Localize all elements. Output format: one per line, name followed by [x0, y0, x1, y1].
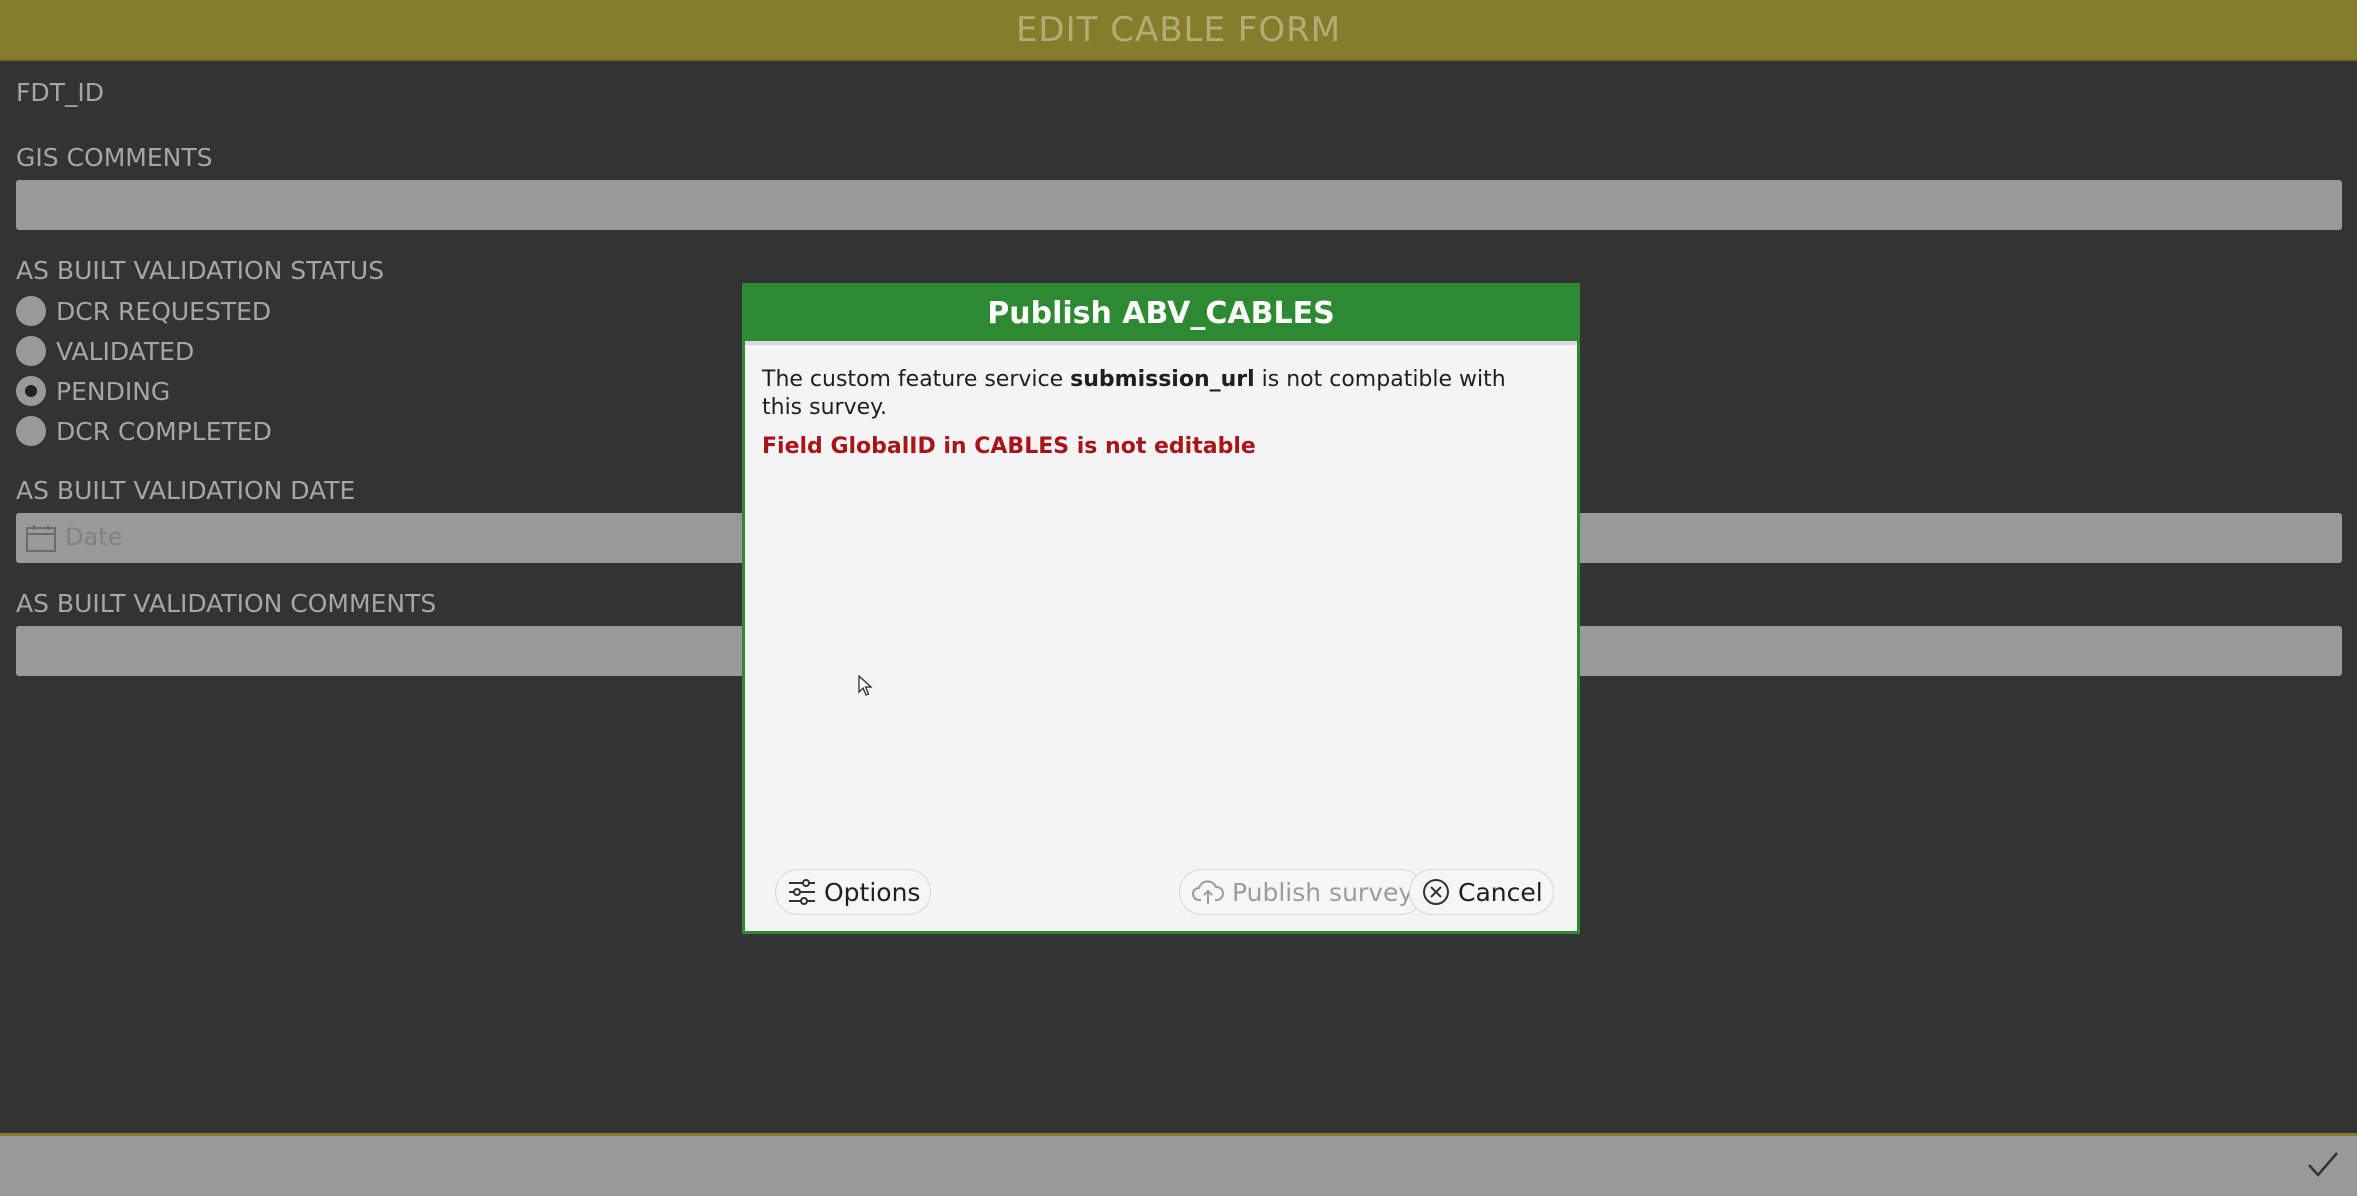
cancel-label: Cancel [1458, 877, 1543, 907]
options-button[interactable]: Options [775, 869, 932, 915]
status-option-dcr-requested[interactable]: DCR REQUESTED [16, 296, 271, 326]
status-option-pending[interactable]: PENDING [16, 376, 170, 406]
radio-button[interactable] [16, 336, 46, 366]
radio-label: VALIDATED [56, 336, 195, 366]
status-option-validated[interactable]: VALIDATED [16, 336, 194, 366]
radio-button-selected[interactable] [16, 376, 46, 406]
error-message: Field GlobalID in CABLES is not editable [762, 434, 1256, 459]
fdt-id-label: FDT_ID [16, 78, 105, 107]
options-sliders-icon [789, 879, 815, 905]
cancel-button[interactable]: Cancel [1409, 869, 1554, 915]
cancel-circle-icon [1423, 879, 1449, 905]
status-option-dcr-completed[interactable]: DCR COMPLETED [16, 416, 272, 446]
options-label: Options [824, 877, 921, 907]
publish-survey-label: Publish survey [1232, 877, 1414, 907]
app-header: EDIT CABLE FORM [0, 0, 2357, 61]
mouse-cursor-icon [858, 675, 873, 696]
radio-button[interactable] [16, 296, 46, 326]
checkmark-icon[interactable] [2307, 1150, 2339, 1178]
radio-label: DCR REQUESTED [56, 296, 272, 326]
service-name: submission_url [1070, 367, 1255, 392]
status-label: AS BUILT VALIDATION STATUS [16, 256, 385, 285]
date-label: AS BUILT VALIDATION DATE [16, 476, 356, 505]
dialog-message: The custom feature service submission_ur… [762, 366, 1542, 422]
publish-survey-button[interactable]: Publish survey [1179, 869, 1425, 915]
gis-comments-input[interactable] [16, 180, 2342, 230]
calendar-icon [26, 525, 56, 552]
comments-label: AS BUILT VALIDATION COMMENTS [16, 589, 437, 618]
date-placeholder: Date [65, 523, 123, 551]
bottom-toolbar [0, 1133, 2357, 1196]
publish-dialog: Publish ABV_CABLES The custom feature se… [742, 283, 1580, 934]
radio-label: PENDING [56, 376, 171, 406]
gis-comments-label: GIS COMMENTS [16, 143, 213, 172]
cloud-upload-icon [1192, 880, 1224, 904]
radio-label: DCR COMPLETED [56, 416, 272, 446]
message-prefix: The custom feature service [762, 367, 1071, 392]
page-title: EDIT CABLE FORM [1015, 9, 1342, 50]
dialog-title: Publish ABV_CABLES [987, 296, 1335, 331]
dialog-header: Publish ABV_CABLES [745, 286, 1577, 345]
radio-button[interactable] [16, 416, 46, 446]
